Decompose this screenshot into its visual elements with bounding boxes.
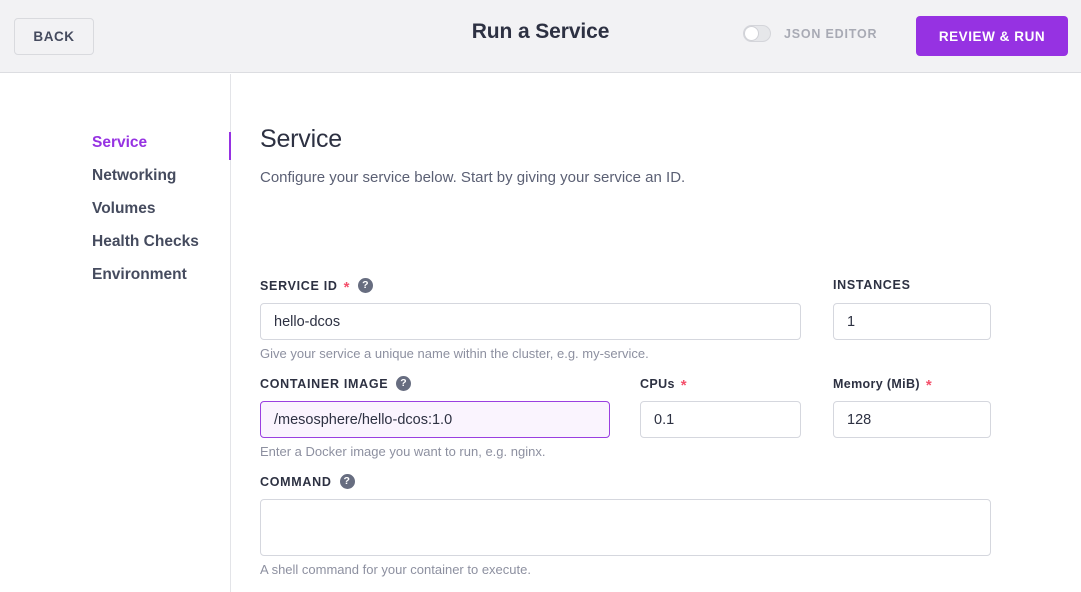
section-description: Configure your service below. Start by g…: [260, 169, 686, 186]
command-textarea[interactable]: [260, 499, 991, 556]
cpus-input[interactable]: [640, 401, 801, 438]
instances-label: INSTANCES: [833, 278, 911, 292]
memory-label: Memory (MiB) *: [833, 376, 933, 394]
container-image-hint: Enter a Docker image you want to run, e.…: [260, 444, 546, 459]
json-editor-label: JSON EDITOR: [784, 26, 878, 41]
instances-label-text: INSTANCES: [833, 278, 911, 292]
section-title: Service: [260, 125, 342, 153]
container-image-input[interactable]: [260, 401, 610, 438]
sidebar-item-health-checks[interactable]: Health Checks: [92, 233, 199, 251]
cpus-label: CPUs *: [640, 376, 687, 394]
json-editor-toggle[interactable]: [743, 25, 771, 42]
service-id-hint: Give your service a unique name within t…: [260, 346, 649, 361]
required-asterisk: *: [680, 377, 687, 394]
container-image-label: CONTAINER IMAGE ?: [260, 376, 412, 391]
wizard-sidebar: Service Networking Volumes Health Checks…: [0, 74, 232, 592]
sidebar-item-label: Service: [92, 134, 148, 151]
instances-input[interactable]: [833, 303, 991, 340]
memory-input[interactable]: [833, 401, 991, 438]
json-editor-toggle-group: JSON EDITOR: [743, 25, 877, 42]
sidebar-item-volumes[interactable]: Volumes: [92, 200, 155, 218]
container-image-label-text: CONTAINER IMAGE: [260, 376, 389, 391]
sidebar-item-environment[interactable]: Environment: [92, 266, 187, 284]
question-mark-icon[interactable]: ?: [396, 376, 412, 391]
service-form-panel: Service Configure your service below. St…: [231, 74, 1081, 592]
sidebar-item-label: Environment: [92, 266, 187, 283]
back-button[interactable]: BACK: [14, 18, 94, 55]
service-id-label-text: SERVICE ID: [260, 278, 338, 293]
required-asterisk: *: [925, 377, 933, 394]
sidebar-item-service[interactable]: Service: [92, 134, 147, 152]
command-hint: A shell command for your container to ex…: [260, 562, 531, 577]
review-and-run-label: REVIEW & RUN: [938, 28, 1046, 44]
run-a-service-page: BACK Run a Service JSON EDITOR REVIEW & …: [0, 0, 1081, 592]
cpus-label-text: CPUs: [640, 376, 675, 391]
sidebar-item-label: Networking: [92, 167, 177, 184]
review-and-run-button[interactable]: REVIEW & RUN: [916, 16, 1068, 56]
service-id-label: SERVICE ID * ?: [260, 278, 374, 296]
toggle-knob: [744, 26, 759, 41]
command-label: COMMAND ?: [260, 474, 355, 489]
command-label-text: COMMAND: [260, 474, 332, 489]
page-header: BACK Run a Service JSON EDITOR REVIEW & …: [0, 0, 1081, 73]
back-button-label: BACK: [33, 29, 75, 44]
question-mark-icon[interactable]: ?: [358, 278, 374, 293]
sidebar-item-label: Volumes: [92, 200, 156, 217]
sidebar-item-networking[interactable]: Networking: [92, 167, 176, 185]
sidebar-item-label: Health Checks: [92, 233, 199, 250]
question-mark-icon[interactable]: ?: [339, 474, 355, 489]
memory-label-text: Memory (MiB): [833, 376, 920, 391]
required-asterisk: *: [343, 279, 351, 296]
service-id-input[interactable]: [260, 303, 801, 340]
